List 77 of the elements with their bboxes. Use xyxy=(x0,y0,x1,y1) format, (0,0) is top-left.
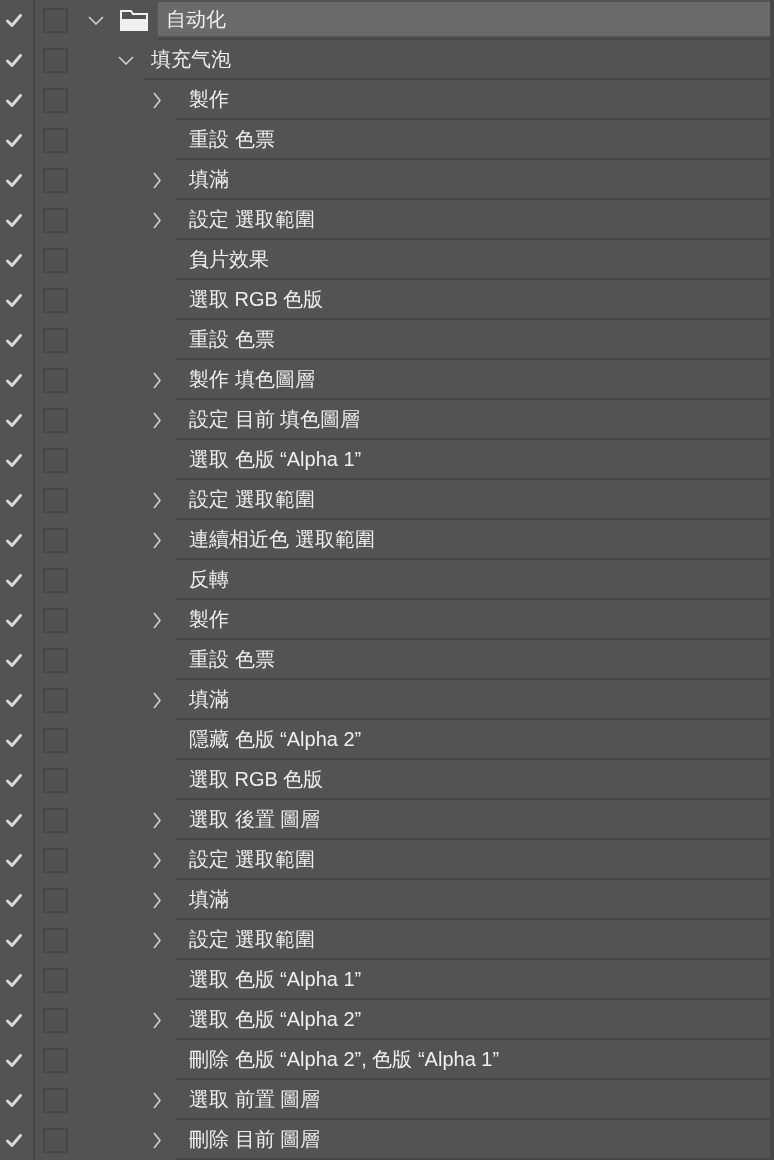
check-icon[interactable] xyxy=(6,93,22,107)
step-name[interactable]: 重設 色票 xyxy=(176,329,770,349)
step-name[interactable]: 重設 色票 xyxy=(176,129,770,149)
caret-right-icon[interactable] xyxy=(153,611,161,629)
check-icon[interactable] xyxy=(6,1133,22,1147)
check-icon[interactable] xyxy=(6,293,22,307)
caret-right-icon[interactable] xyxy=(153,91,161,109)
check-icon[interactable] xyxy=(6,1053,22,1067)
step-name[interactable]: 選取 前置 圖層 xyxy=(176,1089,770,1109)
step-name[interactable]: 選取 色版 “Alpha 2” xyxy=(176,1009,770,1029)
check-icon[interactable] xyxy=(6,333,22,347)
step-name[interactable]: 填滿 xyxy=(176,169,770,189)
caret-right-icon[interactable] xyxy=(153,1011,161,1029)
step-name[interactable]: 重設 色票 xyxy=(176,649,770,669)
check-icon[interactable] xyxy=(6,453,22,467)
step-name[interactable]: 負片效果 xyxy=(176,249,770,269)
step-name[interactable]: 連續相近色 選取範圍 xyxy=(176,529,770,549)
check-icon[interactable] xyxy=(6,1093,22,1107)
caret-right-icon[interactable] xyxy=(153,891,161,909)
caret-right-icon[interactable] xyxy=(153,1131,161,1149)
check-icon[interactable] xyxy=(6,13,22,27)
step-name[interactable]: 選取 色版 “Alpha 1” xyxy=(176,449,770,469)
step-name[interactable]: 製作 xyxy=(176,609,770,629)
check-icon[interactable] xyxy=(6,733,22,747)
check-icon[interactable] xyxy=(6,973,22,987)
caret-right-icon[interactable] xyxy=(153,691,161,709)
caret-right-icon[interactable] xyxy=(153,491,161,509)
action-set-name[interactable]: 自动化 xyxy=(158,2,770,36)
caret-right-icon[interactable] xyxy=(153,411,161,429)
check-icon[interactable] xyxy=(6,493,22,507)
check-icon[interactable] xyxy=(6,693,22,707)
check-icon[interactable] xyxy=(6,213,22,227)
step-name[interactable]: 反轉 xyxy=(176,569,770,589)
step-name[interactable]: 選取 RGB 色版 xyxy=(176,769,770,789)
step-name[interactable]: 選取 後置 圖層 xyxy=(176,809,770,829)
step-name[interactable]: 隱藏 色版 “Alpha 2” xyxy=(176,729,770,749)
check-icon[interactable] xyxy=(6,573,22,587)
check-icon[interactable] xyxy=(6,133,22,147)
caret-right-icon[interactable] xyxy=(153,1091,161,1109)
check-icon[interactable] xyxy=(6,653,22,667)
check-icon[interactable] xyxy=(6,173,22,187)
check-icon[interactable] xyxy=(6,1013,22,1027)
folder-icon xyxy=(120,9,148,31)
check-icon[interactable] xyxy=(6,813,22,827)
check-icon[interactable] xyxy=(6,893,22,907)
check-icon[interactable] xyxy=(6,853,22,867)
step-name[interactable]: 設定 目前 填色圖層 xyxy=(176,409,770,429)
caret-right-icon[interactable] xyxy=(153,211,161,229)
step-name[interactable]: 刪除 目前 圖層 xyxy=(176,1129,770,1149)
caret-down-icon[interactable] xyxy=(118,55,134,65)
caret-right-icon[interactable] xyxy=(153,531,161,549)
step-name[interactable]: 填滿 xyxy=(176,689,770,709)
check-icon[interactable] xyxy=(6,613,22,627)
check-icon[interactable] xyxy=(6,773,22,787)
step-name[interactable]: 製作 填色圖層 xyxy=(176,369,770,389)
caret-right-icon[interactable] xyxy=(153,931,161,949)
check-icon[interactable] xyxy=(6,533,22,547)
caret-right-icon[interactable] xyxy=(153,811,161,829)
step-name[interactable]: 設定 選取範圍 xyxy=(176,929,770,949)
step-name[interactable]: 選取 RGB 色版 xyxy=(176,289,770,309)
caret-right-icon[interactable] xyxy=(153,171,161,189)
check-icon[interactable] xyxy=(6,933,22,947)
action-name[interactable]: 填充气泡 xyxy=(144,49,770,69)
step-name[interactable]: 刪除 色版 “Alpha 2”, 色版 “Alpha 1” xyxy=(176,1049,770,1069)
caret-right-icon[interactable] xyxy=(153,371,161,389)
check-icon[interactable] xyxy=(6,253,22,267)
step-name[interactable]: 製作 xyxy=(176,89,770,109)
check-icon[interactable] xyxy=(6,413,22,427)
step-name[interactable]: 設定 選取範圍 xyxy=(176,489,770,509)
step-name[interactable]: 設定 選取範圍 xyxy=(176,849,770,869)
check-icon[interactable] xyxy=(6,373,22,387)
step-name[interactable]: 填滿 xyxy=(176,889,770,909)
caret-down-icon[interactable] xyxy=(88,15,104,25)
check-icon[interactable] xyxy=(6,53,22,67)
step-name[interactable]: 選取 色版 “Alpha 1” xyxy=(176,969,770,989)
caret-right-icon[interactable] xyxy=(153,851,161,869)
step-name[interactable]: 設定 選取範圍 xyxy=(176,209,770,229)
